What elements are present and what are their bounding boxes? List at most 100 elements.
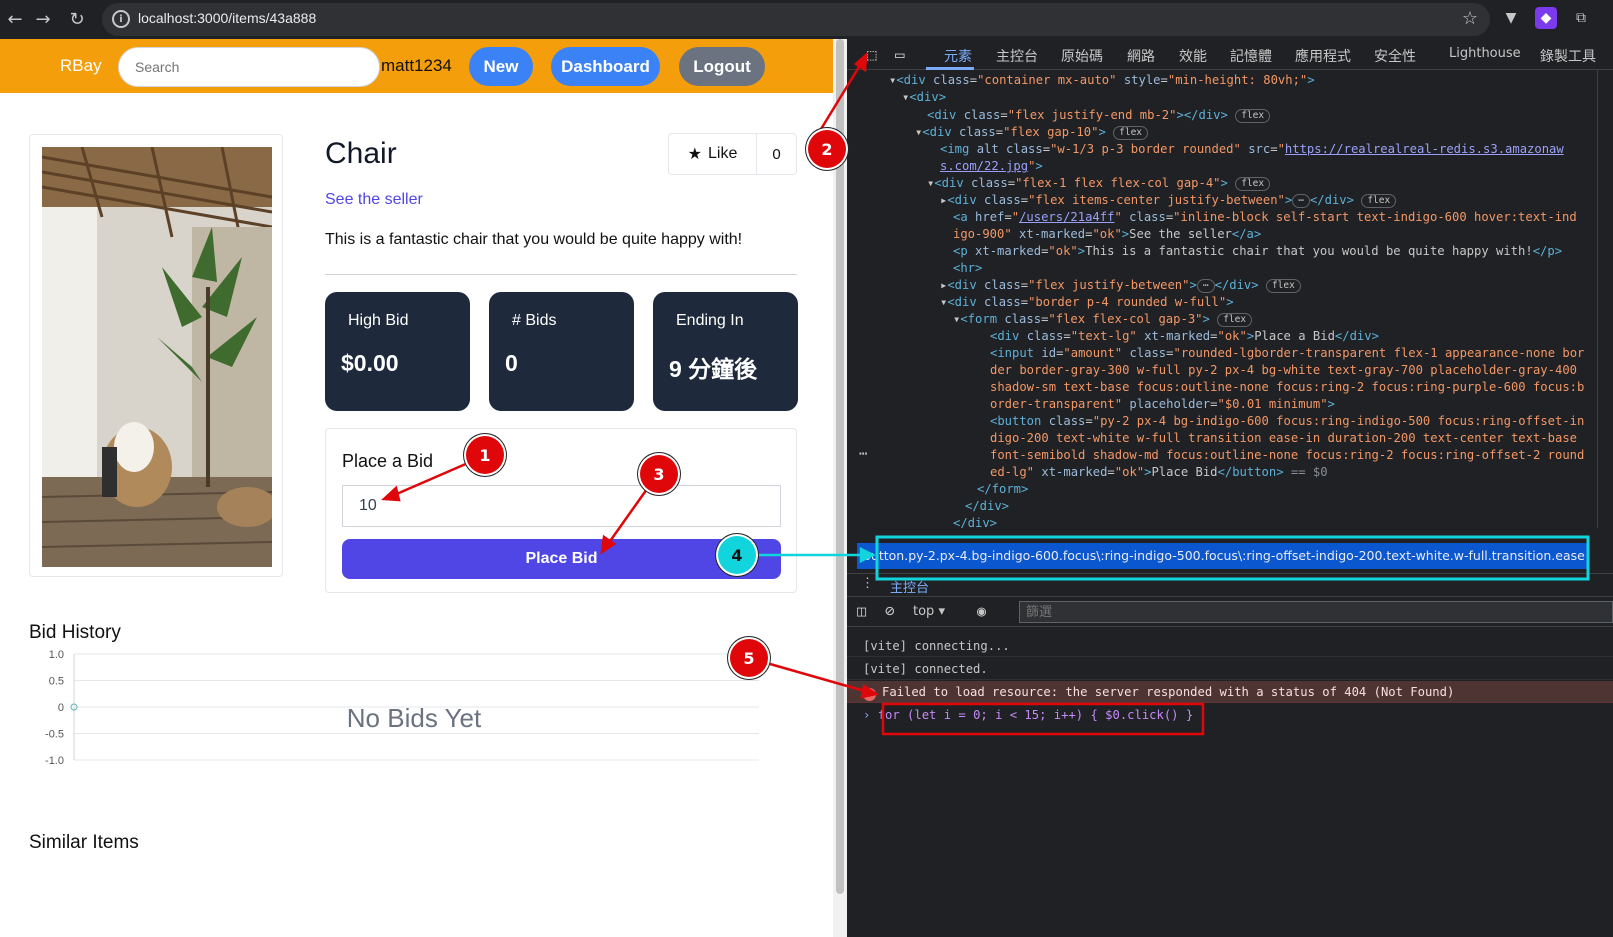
error-icon: ✕ <box>863 688 876 701</box>
tab-application[interactable]: 應用程式 <box>1295 46 1351 66</box>
logout-button[interactable]: Logout <box>679 47 765 86</box>
stat-label: # Bids <box>512 312 557 329</box>
tab-elements[interactable]: 元素 <box>944 46 972 66</box>
dom-node[interactable]: ▾<div class="flex-1 flex flex-col gap-4"… <box>927 175 1271 192</box>
console-message: [vite] connecting... <box>847 635 1613 657</box>
clear-console-icon[interactable]: ⊘ <box>885 601 895 620</box>
extension-purple-icon[interactable]: ◆ <box>1535 7 1557 29</box>
chevron-down-icon: ▾ <box>938 604 945 619</box>
dom-node[interactable]: ed-lg" xt-marked="ok">Place Bid</button>… <box>990 464 1328 481</box>
url-text: localhost:3000/items/43a888 <box>138 10 317 26</box>
forward-icon[interactable]: → <box>28 4 58 34</box>
dom-node[interactable]: order-transparent" placeholder="$0.01 mi… <box>990 396 1335 413</box>
tab-security[interactable]: 安全性 <box>1374 46 1416 66</box>
item-photo <box>42 147 272 567</box>
context-select[interactable]: top ▾ <box>913 604 945 619</box>
elements-tree[interactable]: ▾<div class="container mx-auto" style="m… <box>847 70 1607 528</box>
like-button[interactable]: ★ Like <box>669 134 757 174</box>
dom-node[interactable]: </div> <box>953 515 997 528</box>
dom-node[interactable]: ▸<div class="flex items-center justify-b… <box>940 192 1397 209</box>
annotation-marker: 3 <box>640 455 678 493</box>
dom-node[interactable]: ▾<form class="flex flex-col gap-3"> flex <box>953 311 1253 328</box>
annotation-marker: 5 <box>730 639 768 677</box>
no-bids-message: No Bids Yet <box>347 703 482 733</box>
bookmark-star-icon[interactable]: ☆ <box>1462 8 1478 29</box>
dom-node[interactable]: shadow-sm text-base focus:outline-none f… <box>990 379 1584 396</box>
scrollbar-thumb[interactable] <box>836 39 844 894</box>
search-input[interactable] <box>118 47 380 87</box>
annotation-marker: 2 <box>808 130 846 168</box>
bid-amount-input[interactable] <box>342 485 781 527</box>
sidebar-toggle-icon[interactable]: ◫ <box>857 602 866 620</box>
dom-node[interactable]: ▾<div> <box>902 89 946 106</box>
stat-value: $0.00 <box>341 350 399 376</box>
tab-network[interactable]: 網路 <box>1127 46 1155 66</box>
stat-card-high-bid: High Bid $0.00 <box>325 292 470 411</box>
reload-icon[interactable]: ↻ <box>62 4 92 34</box>
dom-node[interactable]: <p xt-marked="ok">This is a fantastic ch… <box>953 243 1562 260</box>
dom-node[interactable]: </form> <box>977 481 1028 498</box>
dom-node[interactable]: ▾<div class="flex gap-10"> flex <box>915 124 1149 141</box>
dom-node[interactable]: ▾<div class="container mx-auto" style="m… <box>889 72 1315 89</box>
navbar: RBay matt1234 New Dashboard Logout <box>0 39 833 93</box>
place-bid-button[interactable]: Place Bid <box>342 539 781 579</box>
stat-card-ending-in: Ending In 9 分鐘後 <box>653 292 798 411</box>
console-message: [vite] connected. <box>847 658 1613 680</box>
drawer-tab-console[interactable]: 主控台 <box>890 577 929 596</box>
dom-node[interactable]: <input id="amount" class="rounded-lgbord… <box>990 345 1584 362</box>
tab-sources[interactable]: 原始碼 <box>1061 46 1103 66</box>
dom-node[interactable]: s.com/22.jpg"> <box>940 158 1043 175</box>
inspect-element-icon[interactable]: ⬚ <box>867 45 877 64</box>
dom-node[interactable]: <div class="text-lg" xt-marked="ok">Plac… <box>990 328 1379 345</box>
stat-card-bids: # Bids 0 <box>489 292 634 411</box>
back-icon[interactable]: ← <box>0 4 30 34</box>
dom-node[interactable]: <button class="py-2 px-4 bg-indigo-600 f… <box>990 413 1584 430</box>
dom-node[interactable]: </div> <box>965 498 1009 515</box>
item-image-card <box>29 134 283 577</box>
console-prompt[interactable]: › for (let i = 0; i < 15; i++) { $0.clic… <box>847 704 1613 726</box>
dom-node[interactable]: igo-900" xt-marked="ok">See the seller</… <box>953 226 1261 243</box>
brand-logo[interactable]: RBay <box>60 56 102 76</box>
eye-icon[interactable]: ◉ <box>977 602 986 620</box>
dashboard-button[interactable]: Dashboard <box>551 47 660 86</box>
new-button[interactable]: New <box>469 47 533 86</box>
y-tick-label: 0.5 <box>49 676 64 688</box>
dom-node[interactable]: der border-gray-300 w-full py-2 px-4 bg-… <box>990 362 1577 379</box>
dom-node[interactable]: <img alt class="w-1/3 p-3 border rounded… <box>940 141 1564 158</box>
tab-recorder[interactable]: 錄製工具 <box>1540 46 1596 66</box>
dom-node[interactable]: ▾<div class="border p-4 rounded w-full"> <box>940 294 1234 311</box>
bid-history-chart: 1.0 0.5 0 -0.5 -1.0 No Bids Yet <box>29 644 789 779</box>
divider <box>325 274 797 275</box>
console-filter-input[interactable] <box>1019 601 1613 623</box>
address-bar[interactable]: i localhost:3000/items/43a888 ☆ <box>102 3 1490 36</box>
tab-lighthouse[interactable]: Lighthouse <box>1449 46 1521 61</box>
styles-pane-edge <box>1597 70 1613 528</box>
dom-node[interactable]: ▸<div class="flex justify-between"> ⋯ </di… <box>940 277 1301 294</box>
page-scrollbar[interactable] <box>833 39 847 937</box>
y-tick-label: -1.0 <box>45 755 64 767</box>
y-tick-label: 0 <box>58 702 64 714</box>
item-description: This is a fantastic chair that you would… <box>325 231 743 248</box>
devtools-panel: ⬚ ▭ 元素 主控台 原始碼 網路 效能 記憶體 應用程式 安全性 Lighth… <box>847 39 1613 937</box>
dom-node[interactable]: digo-200 text-white w-full transition ea… <box>990 430 1577 447</box>
extension-v-icon[interactable]: ▼ <box>1500 7 1522 29</box>
dom-node[interactable]: <div class="flex justify-end mb-2"></div… <box>927 107 1271 124</box>
device-toolbar-icon[interactable]: ▭ <box>895 45 905 64</box>
drawer-menu-icon[interactable]: ⋮ <box>861 576 874 591</box>
annotation-marker: 1 <box>466 436 504 474</box>
tab-memory[interactable]: 記憶體 <box>1230 46 1272 66</box>
tab-performance[interactable]: 效能 <box>1179 46 1207 66</box>
stat-value: 0 <box>505 350 518 376</box>
chart-svg: 1.0 0.5 0 -0.5 -1.0 No Bids Yet <box>45 649 759 767</box>
dom-node[interactable]: font-semibold shadow-md focus:outline-no… <box>990 447 1584 464</box>
console-input[interactable]: for (let i = 0; i < 15; i++) { $0.click(… <box>878 708 1194 722</box>
tab-console[interactable]: 主控台 <box>996 46 1038 66</box>
more-dots-icon[interactable]: ⋯ <box>859 446 867 462</box>
extensions-puzzle-icon[interactable]: ⧉ <box>1570 7 1592 29</box>
seller-link[interactable]: See the seller <box>325 191 423 209</box>
dom-node[interactable]: <a href="/users/21a4ff" class="inline-bl… <box>953 209 1577 226</box>
info-icon[interactable]: i <box>112 10 130 28</box>
dom-node[interactable]: <hr> <box>953 260 982 277</box>
annotation-marker: 4 <box>718 536 756 574</box>
dom-breadcrumb[interactable]: button.py-2.px-4.bg-indigo-600.focus\:ri… <box>857 543 1589 569</box>
